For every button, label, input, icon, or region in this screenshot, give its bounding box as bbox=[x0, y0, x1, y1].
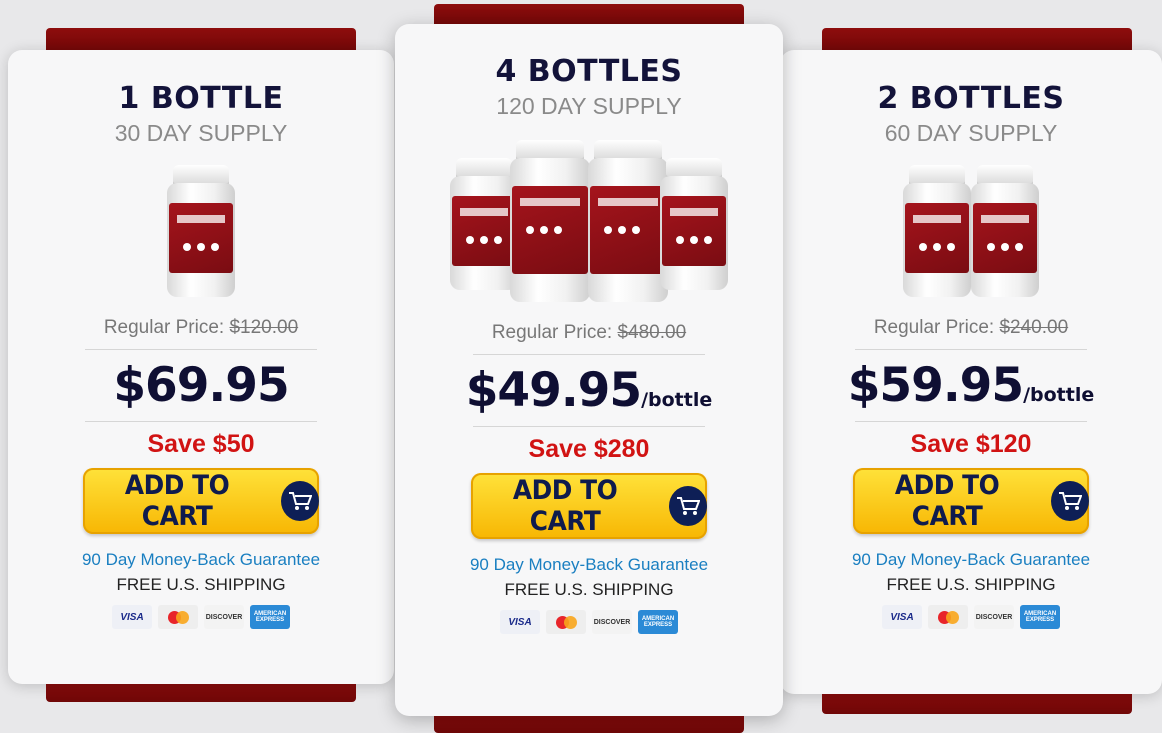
mastercard-icon bbox=[928, 605, 968, 629]
package-card-2-bottles: 2 BOTTLES 60 DAY SUPPLY Regular Price: $… bbox=[780, 50, 1162, 694]
supplement-bottle-icon bbox=[588, 140, 668, 302]
package-supply: 30 DAY SUPPLY bbox=[114, 120, 288, 146]
visa-card-icon: VISA bbox=[882, 605, 922, 629]
sale-price: $69.95 bbox=[8, 358, 394, 413]
package-supply: 60 DAY SUPPLY bbox=[884, 120, 1058, 146]
price-value: $69.95 bbox=[113, 358, 289, 413]
money-back-guarantee: 90 Day Money-Back Guarantee bbox=[851, 550, 1091, 569]
regular-price-value: $240.00 bbox=[999, 317, 1069, 338]
shopping-cart-icon bbox=[1051, 481, 1089, 521]
payment-methods: VISA DISCOVER AMERICAN EXPRESS bbox=[8, 605, 394, 629]
divider bbox=[85, 421, 317, 422]
add-to-cart-button[interactable]: ADD TO CART bbox=[471, 473, 707, 539]
free-shipping-text: FREE U.S. SHIPPING bbox=[504, 580, 674, 599]
regular-price-line: Regular Price: $480.00 bbox=[395, 322, 783, 344]
free-shipping-text: FREE U.S. SHIPPING bbox=[116, 575, 286, 594]
amex-card-icon: AMERICAN EXPRESS bbox=[250, 605, 290, 629]
product-image bbox=[780, 161, 1162, 297]
discover-card-icon: DISCOVER bbox=[204, 605, 244, 629]
add-to-cart-label: ADD TO CART bbox=[512, 475, 618, 537]
divider bbox=[855, 349, 1087, 350]
mastercard-icon bbox=[158, 605, 198, 629]
amex-card-icon: AMERICAN EXPRESS bbox=[638, 610, 678, 634]
visa-card-icon: VISA bbox=[500, 610, 540, 634]
discover-card-icon: DISCOVER bbox=[974, 605, 1014, 629]
shopping-cart-icon bbox=[281, 481, 319, 521]
regular-price-value: $480.00 bbox=[617, 322, 687, 343]
savings-text: Save $280 bbox=[528, 435, 650, 463]
discover-card-icon: DISCOVER bbox=[592, 610, 632, 634]
divider bbox=[473, 354, 705, 355]
sale-price: $49.95/bottle bbox=[395, 363, 783, 418]
product-image bbox=[8, 161, 394, 297]
supplement-bottle-icon bbox=[167, 165, 235, 297]
mastercard-icon bbox=[546, 610, 586, 634]
payment-methods: VISA DISCOVER AMERICAN EXPRESS bbox=[780, 605, 1162, 629]
add-to-cart-button[interactable]: ADD TO CART bbox=[853, 468, 1089, 534]
money-back-guarantee: 90 Day Money-Back Guarantee bbox=[81, 550, 321, 569]
package-supply: 120 DAY SUPPLY bbox=[496, 93, 682, 119]
package-card-4-bottles: 4 BOTTLES 120 DAY SUPPLY Regular Price: … bbox=[395, 24, 783, 716]
add-to-cart-button[interactable]: ADD TO CART bbox=[83, 468, 319, 534]
sale-price: $59.95/bottle bbox=[780, 358, 1162, 413]
supplement-bottle-icon bbox=[510, 140, 590, 302]
regular-price-label: Regular Price: bbox=[103, 317, 225, 338]
free-shipping-text: FREE U.S. SHIPPING bbox=[886, 575, 1056, 594]
price-per-unit: /bottle bbox=[641, 389, 713, 411]
money-back-guarantee: 90 Day Money-Back Guarantee bbox=[469, 555, 709, 574]
add-to-cart-label: ADD TO CART bbox=[894, 470, 1000, 532]
pricing-section: 1 BOTTLE 30 DAY SUPPLY Regular Price: $1… bbox=[0, 0, 1162, 733]
regular-price-label: Regular Price: bbox=[491, 322, 613, 343]
savings-text: Save $50 bbox=[147, 430, 255, 458]
add-to-cart-label: ADD TO CART bbox=[124, 470, 230, 532]
regular-price-label: Regular Price: bbox=[873, 317, 995, 338]
package-title: 1 BOTTLE bbox=[118, 81, 284, 116]
price-value: $49.95 bbox=[465, 363, 642, 418]
divider bbox=[85, 349, 317, 350]
regular-price-line: Regular Price: $240.00 bbox=[780, 317, 1162, 339]
supplement-bottle-icon bbox=[971, 165, 1039, 297]
amex-card-icon: AMERICAN EXPRESS bbox=[1020, 605, 1060, 629]
supplement-bottle-icon bbox=[903, 165, 971, 297]
package-card-1-bottle: 1 BOTTLE 30 DAY SUPPLY Regular Price: $1… bbox=[8, 50, 394, 684]
regular-price-line: Regular Price: $120.00 bbox=[8, 317, 394, 339]
shopping-cart-icon bbox=[669, 486, 707, 526]
package-title: 4 BOTTLES bbox=[495, 54, 683, 89]
price-per-unit: /bottle bbox=[1023, 384, 1095, 406]
savings-text: Save $120 bbox=[910, 430, 1032, 458]
regular-price-value: $120.00 bbox=[229, 317, 299, 338]
product-image bbox=[395, 136, 783, 302]
price-value: $59.95 bbox=[847, 358, 1024, 413]
divider bbox=[473, 426, 705, 427]
payment-methods: VISA DISCOVER AMERICAN EXPRESS bbox=[395, 610, 783, 634]
package-title: 2 BOTTLES bbox=[877, 81, 1065, 116]
supplement-bottle-icon bbox=[660, 158, 728, 290]
visa-card-icon: VISA bbox=[112, 605, 152, 629]
supplement-bottle-icon bbox=[450, 158, 518, 290]
divider bbox=[855, 421, 1087, 422]
